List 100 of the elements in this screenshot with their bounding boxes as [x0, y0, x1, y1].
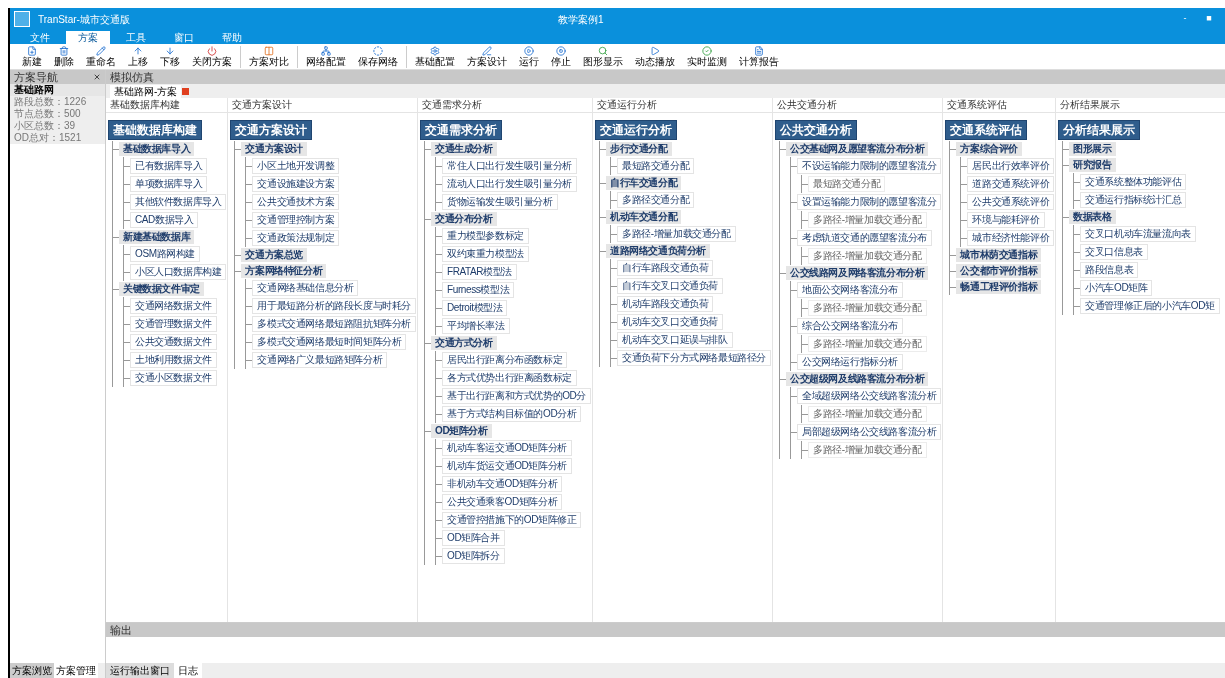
tree-node[interactable]: 交通管理控制方案: [252, 212, 340, 228]
tree-node[interactable]: 研究报告: [1069, 158, 1116, 172]
tree-node[interactable]: 交通小区数据文件: [130, 370, 217, 386]
tree-node[interactable]: Detroit模型法: [442, 300, 508, 316]
tree-node[interactable]: Furness模型法: [442, 282, 515, 298]
tree-node[interactable]: 多模式交通网络最短路阻抗矩阵分析: [252, 316, 416, 332]
tree-node[interactable]: 多路径-增量加载交通分配: [808, 406, 927, 422]
tree-node[interactable]: 交通方案总览: [241, 248, 307, 262]
tree-root-node[interactable]: 分析结果展示: [1058, 120, 1141, 140]
tree-node[interactable]: 货物运输发生吸引量分析: [442, 194, 558, 210]
tree-node[interactable]: 居民出行距离分布函数标定: [442, 352, 568, 368]
network-item[interactable]: 基础路网: [10, 84, 105, 96]
tree-node[interactable]: 机动车货运交通OD矩阵分析: [442, 458, 572, 474]
tree-node[interactable]: 多模式交通网络最短时间矩阵分析: [252, 334, 407, 350]
toolbar-button[interactable]: 动态播放: [631, 45, 679, 68]
tree-node[interactable]: 机动车客运交通OD矩阵分析: [442, 440, 572, 456]
tree-node[interactable]: 自行车路段交通负荷: [617, 260, 714, 276]
tree-node[interactable]: 公共交通系统评价: [967, 194, 1055, 210]
panel-tab[interactable]: 方案浏览: [10, 663, 54, 678]
tree-node[interactable]: 交通网络数据文件: [130, 298, 217, 314]
tree-node[interactable]: 用于最短路分析的路段长度与时耗分: [252, 298, 416, 314]
menu-tab[interactable]: 方案: [66, 31, 110, 44]
tree-node[interactable]: 交通方式分析: [431, 336, 497, 350]
tree-node[interactable]: 机动车交叉口交通负荷: [617, 314, 724, 330]
tree-node[interactable]: 平均增长率法: [442, 318, 510, 334]
tree-node[interactable]: OD矩阵合并: [442, 530, 505, 546]
tree-node[interactable]: 自行车交叉口交通负荷: [617, 278, 724, 294]
tree-node[interactable]: 交通管控措施下的OD矩阵修正: [442, 512, 582, 528]
tree-node[interactable]: 双约束重力模型法: [442, 246, 529, 262]
toolbar-button[interactable]: 运行: [515, 45, 543, 68]
tree-root-node[interactable]: 交通系统评估: [945, 120, 1028, 140]
tree-node[interactable]: 机动车交通分配: [606, 210, 682, 224]
tree-node[interactable]: 城市经济性能评价: [967, 230, 1055, 246]
tree-node[interactable]: 交通系统整体功能评估: [1080, 174, 1187, 190]
tree-node[interactable]: 道路交通系统评价: [967, 176, 1055, 192]
tree-node[interactable]: 交叉口信息表: [1080, 244, 1148, 260]
tree-node[interactable]: 小区人口数据库构建: [130, 264, 227, 280]
toolbar-button[interactable]: 网络配置: [302, 45, 350, 68]
close-icon[interactable]: [182, 87, 190, 95]
tree-node[interactable]: 常住人口出行发生吸引量分析: [442, 158, 577, 174]
tree-node[interactable]: 公交都市评价指标: [956, 264, 1042, 278]
tree-node[interactable]: OSM路网构建: [130, 246, 200, 262]
tree-node[interactable]: FRATAR模型法: [442, 264, 517, 280]
toolbar-button[interactable]: 关闭方案: [188, 45, 236, 68]
panel-tab[interactable]: 日志: [174, 663, 202, 678]
tree-node[interactable]: 道路网络交通负荷分析: [606, 244, 711, 258]
toolbar-button[interactable]: 删除: [50, 45, 78, 68]
tree-node[interactable]: 公交超级网及线路客流分布分析: [786, 372, 929, 386]
toolbar-button[interactable]: 上移: [124, 45, 152, 68]
tree-node[interactable]: 方案网络特征分析: [241, 264, 327, 278]
tree-node[interactable]: 方案综合评价: [956, 142, 1023, 156]
tree-node[interactable]: 公交网络运行指标分析: [797, 354, 904, 370]
tree-node[interactable]: 机动车交叉口延误与排队: [617, 332, 733, 348]
toolbar-button[interactable]: 新建: [18, 45, 46, 68]
tree-node[interactable]: 基于出行距离和方式优势的OD分: [442, 388, 592, 404]
tree-node[interactable]: 考虑轨道交通的愿望客流分布: [797, 230, 932, 246]
toolbar-button[interactable]: 基础配置: [411, 45, 459, 68]
tree-root-node[interactable]: 基础数据库构建: [108, 120, 202, 140]
tree-node[interactable]: 交通管理修正后的小汽车OD矩: [1080, 298, 1220, 314]
tree-node[interactable]: 已有数据库导入: [130, 158, 208, 174]
tree-node[interactable]: 城市林荫交通指标: [956, 248, 1042, 262]
tree-node[interactable]: 多路径-增量加载交通分配: [808, 212, 927, 228]
tree-node[interactable]: 交通政策法规制定: [252, 230, 340, 246]
tree-node[interactable]: 公共交通数据文件: [130, 334, 217, 350]
toolbar-button[interactable]: 图形显示: [579, 45, 627, 68]
tree-node[interactable]: 公交基础网及愿望客流分布分析: [786, 142, 929, 156]
tree-node[interactable]: 全域超级网络公交线路客流分析: [797, 388, 942, 404]
tree-node[interactable]: 关键数据文件审定: [119, 282, 204, 296]
tree-node[interactable]: 交通分布分析: [431, 212, 497, 226]
tree-node[interactable]: 交通生成分析: [431, 142, 497, 156]
tree-node[interactable]: 重力模型参数标定: [442, 228, 529, 244]
tree-node[interactable]: 路段信息表: [1080, 262, 1139, 278]
tree-root-node[interactable]: 交通需求分析: [420, 120, 502, 140]
tree-node[interactable]: 环境与能耗评价: [967, 212, 1045, 228]
tree-node[interactable]: 不设运输能力限制的愿望客流分: [797, 158, 942, 174]
tree-node[interactable]: 多路径-增量加载交通分配: [808, 300, 927, 316]
tree-node[interactable]: 小区土地开发调整: [252, 158, 340, 174]
tree-node[interactable]: 畅通工程评价指标: [956, 280, 1042, 294]
tree-node[interactable]: 综合公交网络客流分布: [797, 318, 904, 334]
tree-node[interactable]: 地面公交网络客流分布: [797, 282, 904, 298]
tree-node[interactable]: 多路径-增量加载交通分配: [808, 248, 927, 264]
tree-node[interactable]: 局部超级网络公交线路客流分析: [797, 424, 942, 440]
tree-node[interactable]: 单项数据库导入: [130, 176, 208, 192]
toolbar-button[interactable]: 方案设计: [463, 45, 511, 68]
tree-node[interactable]: 数据表格: [1069, 210, 1116, 224]
toolbar-button[interactable]: 停止: [547, 45, 575, 68]
tree-node[interactable]: 交叉口机动车流量流向表: [1080, 226, 1196, 242]
tree-node[interactable]: 流动人口出行发生吸引量分析: [442, 176, 577, 192]
tree-node[interactable]: 土地利用数据文件: [130, 352, 217, 368]
tree-node[interactable]: 交通方案设计: [241, 142, 307, 156]
close-icon[interactable]: [93, 73, 101, 81]
tree-node[interactable]: 其他软件数据库导入: [130, 194, 227, 210]
tree-node[interactable]: 小汽车OD矩阵: [1080, 280, 1153, 296]
tree-node[interactable]: CAD数据导入: [130, 212, 199, 228]
tree-node[interactable]: 基础数据库导入: [119, 142, 195, 156]
tree-node[interactable]: 交通运行指标统计汇总: [1080, 192, 1187, 208]
tree-root-node[interactable]: 交通运行分析: [595, 120, 678, 140]
toolbar-button[interactable]: 重命名: [82, 45, 120, 68]
tree-node[interactable]: 自行车交通分配: [606, 176, 682, 190]
toolbar-button[interactable]: 实时监测: [683, 45, 731, 68]
